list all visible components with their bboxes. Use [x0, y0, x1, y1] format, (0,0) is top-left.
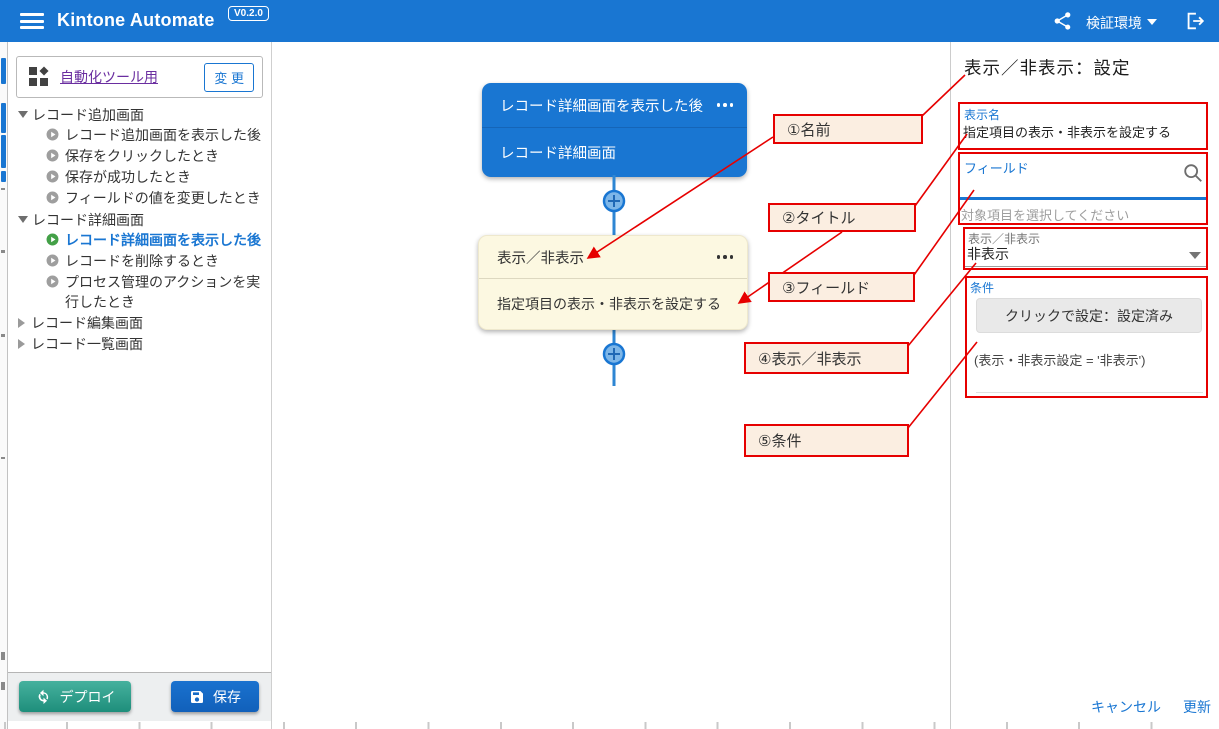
tree-item-label: フィールドの値を変更したとき: [65, 188, 261, 208]
app-header: Kintone Automate V0.2.0 検証環境: [0, 0, 1219, 42]
tree-section-label: レコード追加画面: [32, 105, 144, 125]
logout-icon[interactable]: [1184, 10, 1206, 32]
annotation-visibility: ④表示／非表示: [744, 342, 909, 374]
sidebar: 自動化ツール用 変 更 レコード追加画面 レコード追加画面を表示した後 保存をク…: [8, 42, 272, 729]
play-circle-icon: [46, 170, 59, 183]
kintone-automate-app: Kintone Automate V0.2.0 検証環境: [0, 0, 1219, 729]
share-icon[interactable]: [1052, 10, 1073, 32]
collapsed-triangle-icon[interactable]: [18, 339, 25, 349]
event-tree: レコード追加画面 レコード追加画面を表示した後 保存をクリックしたとき 保存が成…: [8, 104, 272, 354]
action-node[interactable]: 表示／非表示 指定項目の表示・非表示を設定する: [478, 235, 748, 330]
action-node-header: 表示／非表示: [479, 236, 747, 279]
play-circle-icon: [46, 191, 59, 204]
action-node-body: 指定項目の表示・非表示を設定する: [479, 279, 747, 329]
app-name-link[interactable]: 自動化ツール用: [60, 67, 158, 87]
condition-set-button[interactable]: クリックで設定：設定済み: [976, 298, 1202, 333]
cancel-link[interactable]: キャンセル: [1091, 697, 1161, 717]
tree-item-label: レコード追加画面を表示した後: [65, 125, 261, 145]
search-icon[interactable]: [1182, 162, 1204, 184]
play-circle-icon: [46, 128, 59, 141]
condition-expression: (表示・非表示設定 = '非表示'): [974, 350, 1145, 369]
annotation-title: ②タイトル: [768, 203, 916, 232]
more-menu-icon[interactable]: [717, 255, 734, 259]
tree-item[interactable]: 保存をクリックしたとき: [8, 146, 272, 167]
expand-triangle-icon[interactable]: [18, 111, 28, 118]
visibility-select-value[interactable]: 非表示: [967, 244, 1009, 264]
tree-item-label: 保存が成功したとき: [65, 167, 191, 187]
deploy-button[interactable]: デプロイ: [19, 681, 131, 712]
trigger-node-body: レコード詳細画面: [482, 128, 747, 176]
app-title: Kintone Automate: [57, 10, 215, 31]
condition-label: 条件: [970, 279, 994, 296]
save-icon: [189, 689, 205, 705]
annotation-field: ③フィールド: [768, 272, 915, 302]
action-node-name: 表示／非表示: [497, 247, 584, 268]
annotation-name: ①名前: [773, 114, 923, 144]
trigger-node-name: レコード詳細画面を表示した後: [500, 95, 703, 116]
collapsed-nav-strip[interactable]: [0, 42, 8, 729]
tree-item-label: 保存をクリックしたとき: [65, 146, 219, 166]
more-menu-icon[interactable]: [717, 103, 734, 107]
play-circle-icon: [46, 275, 59, 288]
tree-section-record-list[interactable]: レコード一覧画面: [8, 333, 272, 354]
tree-section-label: レコード詳細画面: [32, 210, 144, 230]
condition-divider: [976, 392, 1203, 393]
play-circle-icon: [46, 233, 59, 246]
sync-icon: [35, 688, 52, 705]
panel-actions: キャンセル 更新: [1091, 697, 1211, 717]
tree-section-label: レコード編集画面: [31, 313, 143, 333]
trigger-node[interactable]: レコード詳細画面を表示した後 レコード詳細画面: [482, 83, 747, 177]
action-node-title: 指定項目の表示・非表示を設定する: [497, 294, 721, 314]
save-button[interactable]: 保存: [171, 681, 259, 712]
annotation-condition: ⑤条件: [744, 424, 909, 457]
environment-caret-icon[interactable]: [1147, 19, 1157, 25]
update-link[interactable]: 更新: [1183, 697, 1211, 717]
tree-section-record-add[interactable]: レコード追加画面: [8, 104, 272, 125]
select-caret-icon[interactable]: [1189, 252, 1201, 259]
field-label: フィールド: [964, 158, 1029, 177]
tree-item[interactable]: レコード追加画面を表示した後: [8, 125, 272, 146]
tree-section-label: レコード一覧画面: [31, 334, 143, 354]
settings-panel: 表示／非表示：設定 表示名 指定項目の表示・非表示を設定する フィールド 対象項…: [950, 42, 1219, 729]
tree-item-selected[interactable]: レコード詳細画面を表示した後: [8, 230, 272, 251]
change-app-button[interactable]: 変 更: [204, 63, 254, 92]
tree-item[interactable]: 保存が成功したとき: [8, 167, 272, 188]
tree-item[interactable]: プロセス管理のアクションを実行したとき: [8, 272, 272, 312]
display-name-label: 表示名: [964, 106, 1000, 123]
tree-item[interactable]: フィールドの値を変更したとき: [8, 188, 272, 209]
tree-item[interactable]: レコードを削除するとき: [8, 251, 272, 272]
play-circle-icon: [46, 149, 59, 162]
deploy-button-label: デプロイ: [60, 687, 116, 707]
version-badge: V0.2.0: [228, 6, 269, 21]
app-selector: 自動化ツール用 変 更: [16, 56, 263, 98]
condition-highlight-frame: [965, 276, 1208, 398]
environment-selector[interactable]: 検証環境: [1086, 13, 1142, 33]
save-button-label: 保存: [213, 687, 241, 707]
expand-triangle-icon[interactable]: [18, 216, 28, 223]
collapsed-triangle-icon[interactable]: [18, 318, 25, 328]
app-icon: [28, 66, 50, 88]
field-placeholder: 対象項目を選択してください: [961, 205, 1129, 224]
sidebar-footer: デプロイ 保存: [8, 672, 271, 721]
tree-section-record-edit[interactable]: レコード編集画面: [8, 312, 272, 333]
tree-item-label: プロセス管理のアクションを実行したとき: [65, 272, 270, 312]
hamburger-icon[interactable]: [20, 13, 44, 29]
panel-title: 表示／非表示：設定: [964, 55, 1131, 80]
tree-section-record-detail[interactable]: レコード詳細画面: [8, 209, 272, 230]
visibility-select-underline: [965, 266, 1206, 267]
tree-item-label: レコード詳細画面を表示した後: [65, 230, 261, 250]
play-circle-icon: [46, 254, 59, 267]
trigger-node-title: レコード詳細画面: [500, 142, 616, 163]
flow-canvas: レコード詳細画面を表示した後 レコード詳細画面 表示／非表示 指定項目の表示・非…: [272, 42, 950, 729]
tree-item-label: レコードを削除するとき: [65, 251, 219, 271]
display-name-value[interactable]: 指定項目の表示・非表示を設定する: [963, 122, 1171, 141]
field-input-underline[interactable]: [959, 197, 1206, 200]
trigger-node-header: レコード詳細画面を表示した後: [482, 83, 747, 128]
